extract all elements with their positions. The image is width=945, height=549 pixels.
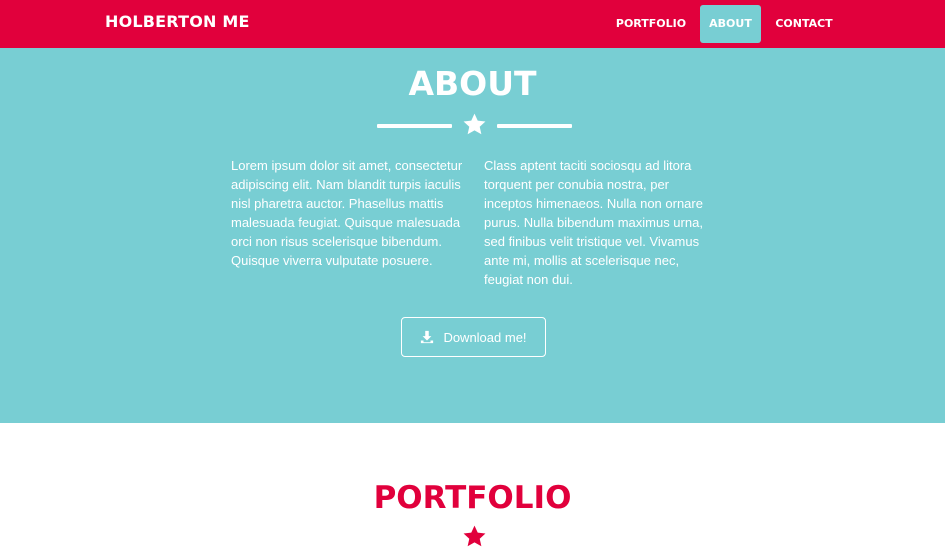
download-icon	[421, 330, 434, 344]
about-text-left: Lorem ipsum dolor sit amet, consectetur …	[231, 158, 463, 268]
divider-line-right	[497, 124, 572, 128]
about-text-right: Class aptent taciti sociosqu ad litora t…	[484, 158, 703, 287]
download-label: Download me!	[443, 329, 527, 345]
portfolio-star-icon	[463, 525, 486, 547]
nav-item-contact[interactable]: CONTACT	[770, 5, 838, 43]
about-section	[0, 48, 945, 423]
top-navbar: HOLBERTON ME PORTFOLIO ABOUT CONTACT	[0, 0, 945, 48]
brand-logo[interactable]: HOLBERTON ME	[105, 12, 250, 31]
download-button[interactable]: Download me!	[401, 317, 546, 357]
portfolio-title: PORTFOLIO	[373, 480, 572, 516]
about-title: ABOUT	[408, 64, 537, 103]
nav-item-about[interactable]: ABOUT	[700, 5, 761, 43]
star-icon	[463, 113, 486, 135]
divider-line-left	[377, 124, 452, 128]
nav-item-portfolio[interactable]: PORTFOLIO	[609, 5, 693, 43]
